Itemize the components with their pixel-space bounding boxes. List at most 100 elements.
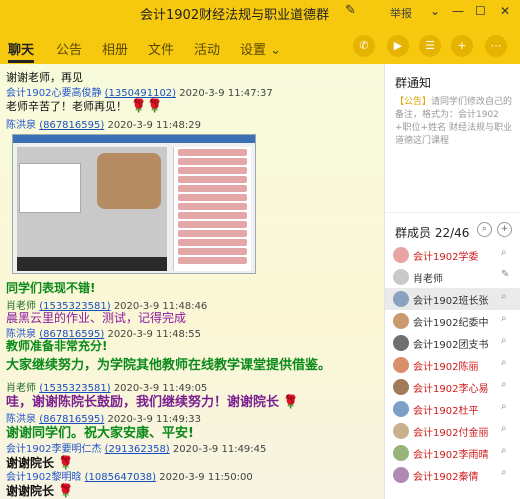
sender-qq[interactable]: (291362358) [105,444,170,455]
avatar[interactable] [393,335,409,351]
sender-name[interactable]: 陈洪泉 [6,120,36,131]
screenshot-document [19,163,81,213]
menu-arrow-icon[interactable]: ⌄ [430,4,440,18]
edit-title-icon[interactable]: ✎ [345,3,356,18]
tab-activities[interactable]: 活动 [194,39,220,58]
message-time: 2020-3-9 11:49:45 [172,444,267,455]
avatar[interactable] [393,247,409,263]
title-bar: 会计1902财经法规与职业道德群 ✎ 举报 ⌄ — ☐ ✕ [0,0,520,26]
member-action-icon[interactable]: ⌕ [501,357,507,368]
member-row[interactable]: 会计1902纪委中 ⌕ [385,310,520,332]
group-side-panel: 群通知 【公告】请同学们修改自己的备注，格式为：会计1902+职位+姓名 财经法… [384,64,520,499]
avatar[interactable] [393,313,409,329]
rose-emoji-icon: 🌹🌹 [130,99,163,114]
message-text: 同学们表现不错! [6,281,96,295]
avatar[interactable] [393,423,409,439]
screenshot-presenter [97,153,161,209]
avatar[interactable] [393,379,409,395]
member-row[interactable]: 会计1902学委 ⌕ [385,244,520,266]
sender-qq[interactable]: (1085647038) [85,472,156,483]
message-sender: 会计1902李要明仁杰 (291362358) 2020-3-9 11:49:4… [6,440,266,455]
message-sender: 会计1902黎明晗 (1085647038) 2020-3-9 11:50:00 [6,468,253,483]
member-row[interactable]: 肖老师 ✎ [385,266,520,288]
notice-prefix: 【公告】 [395,97,432,107]
message-text: 大家继续努力，为学院其他教师在线教学课堂提供借鉴。 [6,358,332,373]
group-notice-text[interactable]: 【公告】请同学们修改自己的备注，格式为：会计1902+职位+姓名 财经法规与职业… [395,96,513,148]
message-time: 2020-3-9 11:48:55 [107,329,201,340]
message-text: 哇，谢谢陈院长鼓励，我们继续努力！谢谢院长 [6,395,280,410]
minimize-icon[interactable]: — [452,4,464,18]
tab-announcements[interactable]: 公告 [56,39,82,58]
member-action-icon[interactable]: ⌕ [501,423,507,434]
member-action-icon[interactable]: ⌕ [501,467,507,478]
maximize-icon[interactable]: ☐ [475,4,486,18]
member-action-icon[interactable]: ⌕ [501,313,507,324]
rose-emoji-icon: 🌹 [57,484,74,499]
screenshot-titlebar [13,135,255,143]
voice-call-icon[interactable]: ✆ [353,35,375,57]
member-action-icon[interactable]: ⌕ [501,445,507,456]
message-time: 2020-3-9 11:48:29 [107,120,201,131]
screenshot-member-list [173,147,251,271]
active-tab-indicator [8,60,34,63]
invite-member-icon[interactable]: + [497,222,512,237]
notes-icon[interactable]: ☰ [419,35,441,57]
member-name: 肖老师 [413,274,443,285]
message-time: 2020-3-9 11:50:00 [159,472,253,483]
tab-chat[interactable]: 聊天 [8,39,34,58]
rose-emoji-icon: 🌹 [282,395,299,410]
member-action-icon[interactable]: ⌕ [501,401,507,412]
tab-bar: 聊天 公告 相册 文件 活动 设置 ⌄ ✆ ▶ ☰ + ⋯ [0,26,520,64]
divider [385,212,520,213]
tab-files[interactable]: 文件 [148,39,174,58]
member-row[interactable]: 会计1902付金丽 ⌕ [385,420,520,442]
member-name: 会计1902学委 [413,252,479,263]
chat-message-list[interactable]: 谢谢老师，再见 会计1902心要高俊静 (1350491102) 2020-3-… [0,64,384,499]
member-row[interactable]: 会计1902陈丽 ⌕ [385,354,520,376]
member-action-icon[interactable]: ⌕ [501,379,507,390]
avatar[interactable] [393,445,409,461]
shared-screenshot-image[interactable] [12,134,256,274]
member-action-icon[interactable]: ⌕ [501,247,507,258]
group-notice-title: 群通知 [395,76,432,90]
member-row[interactable]: 会计1902班长张 ⌕ [385,288,520,310]
member-action-icon[interactable]: ⌕ [501,335,507,346]
message-text: 谢谢老师，再见 [6,71,83,84]
message-text: 晨黑云里的作业、测试，记得完成 [6,311,187,325]
avatar[interactable] [393,467,409,483]
more-options-icon[interactable]: ⋯ [485,35,507,57]
edit-icon[interactable]: ✎ [501,269,509,280]
sender-qq[interactable]: (867816595) [39,120,104,131]
member-name: 会计1902杜平 [413,406,479,417]
avatar[interactable] [393,357,409,373]
tab-album[interactable]: 相册 [102,39,128,58]
member-row[interactable]: 会计1902团支书 ⌕ [385,332,520,354]
member-name: 会计1902秦倩 [413,472,479,483]
member-row[interactable]: 会计1902秦倩 ⌕ [385,464,520,486]
add-app-icon[interactable]: + [451,35,473,57]
member-name: 会计1902团支书 [413,340,489,351]
member-row[interactable]: 会计1902杜平 ⌕ [385,398,520,420]
group-members-title: 群成员 22/46 [395,226,470,240]
report-link[interactable]: 举报 [390,5,412,21]
message-text: 谢谢同学们。祝大家安康、平安! [6,426,194,441]
window-title: 会计1902财经法规与职业道德群 [140,8,330,23]
message-text: 谢谢院长 [6,484,55,498]
video-call-icon[interactable]: ▶ [387,35,409,57]
close-icon[interactable]: ✕ [500,4,510,18]
avatar[interactable] [393,269,409,285]
message-text: 教师准备非常充分! [6,339,108,353]
message-sender: 会计1902心要高俊静 (1350491102) 2020-3-9 11:47:… [6,84,273,99]
avatar[interactable] [393,291,409,307]
member-row[interactable]: 会计1902李心易 ⌕ [385,376,520,398]
member-name: 会计1902陈丽 [413,362,479,373]
tab-settings[interactable]: 设置 ⌄ [240,39,281,58]
member-name: 会计1902李心易 [413,384,489,395]
member-action-icon[interactable]: ⌕ [501,291,507,302]
member-row[interactable]: 会计1902李雨晴 ⌕ [385,442,520,464]
search-members-icon[interactable]: ⌕ [477,222,492,237]
avatar[interactable] [393,401,409,417]
member-name: 会计1902纪委中 [413,318,489,329]
screenshot-controls [17,257,167,271]
message-time: 2020-3-9 11:47:37 [179,88,273,99]
